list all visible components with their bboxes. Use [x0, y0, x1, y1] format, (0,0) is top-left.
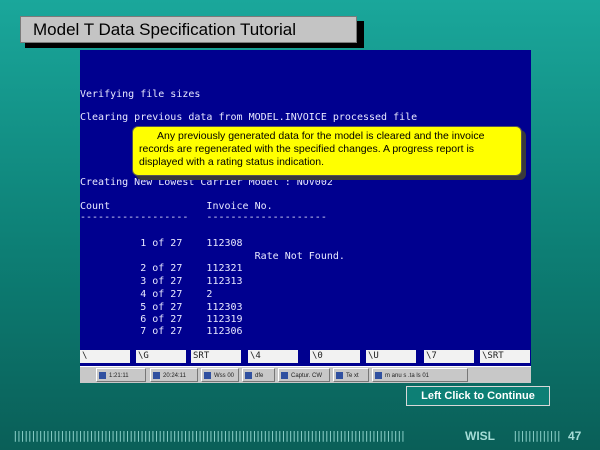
- terminal-line: 2 of 27 112321: [80, 263, 243, 274]
- footer-decoration-right: |||||||||||||||: [512, 429, 560, 442]
- app-icon: [245, 371, 252, 379]
- taskbar-item[interactable]: Te xt: [333, 368, 369, 382]
- terminal-line: 1 of 27 112308: [80, 238, 243, 249]
- app-icon: [375, 371, 382, 379]
- function-key[interactable]: \G: [136, 350, 186, 363]
- taskbar-item[interactable]: 20:24:11: [150, 368, 198, 382]
- callout-text: Any previously generated data for the mo…: [139, 130, 485, 168]
- function-key[interactable]: \0: [310, 350, 360, 363]
- explanation-callout: Any previously generated data for the mo…: [132, 126, 522, 176]
- terminal-line: 4 of 27 2: [80, 289, 213, 300]
- terminal-line: ------------------ --------------------: [80, 212, 327, 223]
- function-key[interactable]: \: [80, 350, 130, 363]
- taskbar: 1:21:11 20:24:11 Wss 00 dfe Captur. CW T…: [80, 366, 531, 383]
- slide-title: Model T Data Specification Tutorial: [20, 16, 357, 43]
- function-key[interactable]: \4: [248, 350, 298, 363]
- terminal-line: 6 of 27 112319: [80, 314, 243, 325]
- function-key-bar: \ \G SRT \4 \0 \U \7 \SRT: [80, 350, 531, 366]
- page-number: 47: [568, 429, 582, 443]
- terminal-line: Verifying file sizes: [80, 89, 201, 100]
- app-icon: [153, 371, 160, 379]
- function-key[interactable]: \SRT: [480, 350, 530, 363]
- terminal-screen: Verifying file sizes Clearing previous d…: [80, 50, 531, 350]
- function-key[interactable]: \U: [366, 350, 416, 363]
- function-key[interactable]: SRT: [191, 350, 241, 363]
- terminal-line: 3 of 27 112313: [80, 276, 243, 287]
- taskbar-item[interactable]: Wss 00: [201, 368, 239, 382]
- app-icon: [204, 371, 211, 379]
- terminal-line: Clearing previous data from MODEL.INVOIC…: [80, 112, 418, 123]
- footer-brand: WISL: [465, 429, 495, 443]
- taskbar-item[interactable]: m anu s .ta ls 01: [372, 368, 468, 382]
- terminal-line: Rate Not Found.: [80, 251, 345, 262]
- footer-decoration-left: ||||||||||||||||||||||||||||||||||||||||…: [12, 429, 406, 442]
- terminal-line: 7 of 27 112306: [80, 326, 243, 337]
- terminal-line: 5 of 27 112303: [80, 302, 243, 313]
- taskbar-item[interactable]: Captur. CW: [278, 368, 330, 382]
- function-key[interactable]: \7: [424, 350, 474, 363]
- app-icon: [336, 371, 343, 379]
- taskbar-item[interactable]: dfe: [242, 368, 275, 382]
- app-icon: [281, 371, 288, 379]
- app-icon: [99, 371, 106, 379]
- taskbar-item[interactable]: 1:21:11: [96, 368, 146, 382]
- continue-button[interactable]: Left Click to Continue: [406, 386, 550, 406]
